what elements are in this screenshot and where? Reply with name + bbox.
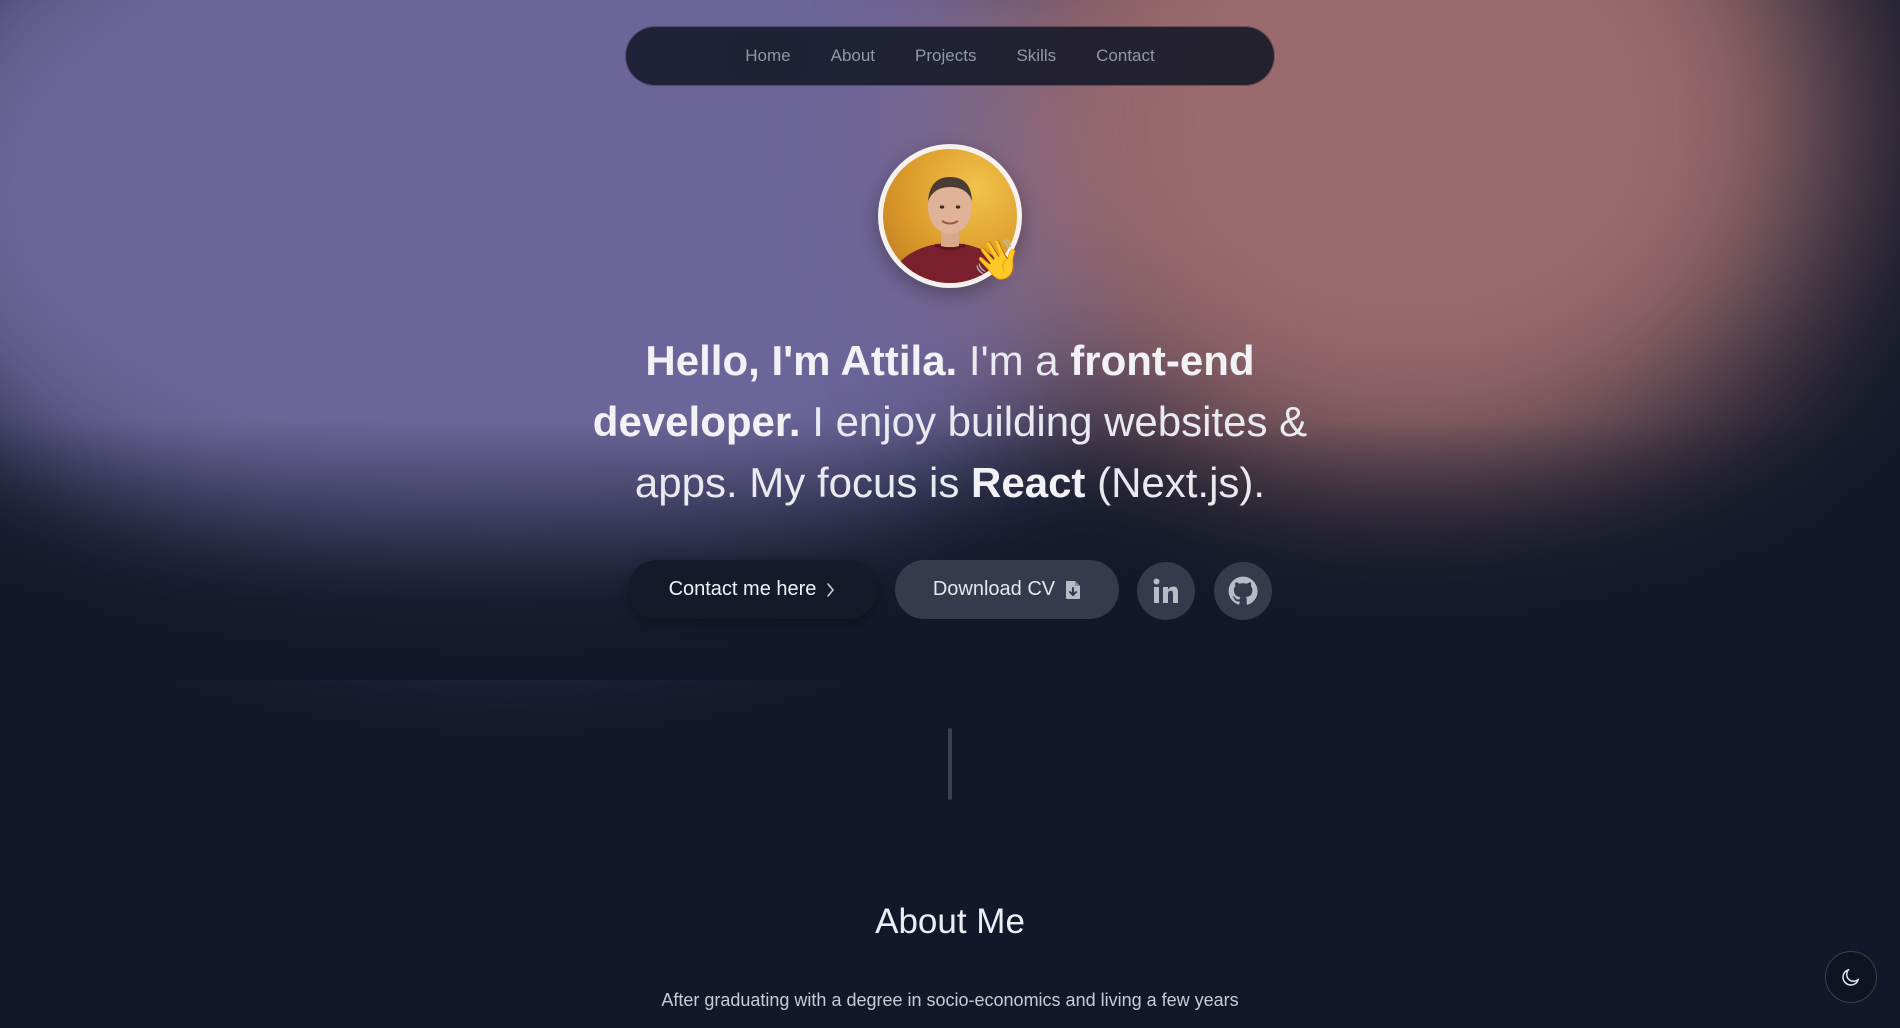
waving-hand-icon: 👋 bbox=[972, 238, 1022, 282]
headline-focus: React bbox=[971, 459, 1086, 506]
theme-toggle-button[interactable] bbox=[1825, 951, 1877, 1003]
about-section-title: About Me bbox=[875, 902, 1025, 941]
github-icon bbox=[1228, 576, 1258, 605]
linkedin-button[interactable] bbox=[1137, 562, 1195, 620]
headline-text-3: (Next.js). bbox=[1085, 459, 1266, 506]
headline-text-1: I'm a bbox=[957, 337, 1071, 384]
nav-item-home[interactable]: Home bbox=[731, 36, 805, 76]
top-navigation: Home About Projects Skills Contact bbox=[626, 27, 1274, 85]
scroll-divider bbox=[948, 728, 952, 800]
chevron-right-icon bbox=[827, 582, 835, 597]
page: Home About Projects Skills Contact 👋 Hel… bbox=[0, 0, 1900, 1028]
file-download-icon bbox=[1066, 580, 1081, 599]
about-section-text: After graduating with a degree in socio-… bbox=[661, 990, 1239, 1010]
moon-icon bbox=[1842, 968, 1860, 986]
hero-headline: Hello, I'm Attila. I'm a front-end devel… bbox=[560, 330, 1340, 513]
contact-button-label: Contact me here bbox=[668, 578, 817, 600]
github-button[interactable] bbox=[1214, 562, 1272, 620]
nav-item-about[interactable]: About bbox=[817, 36, 889, 76]
contact-me-button[interactable]: Contact me here bbox=[628, 560, 877, 619]
headline-greeting: Hello, I'm Attila. bbox=[645, 337, 958, 384]
linkedin-icon bbox=[1153, 578, 1178, 603]
nav-item-contact[interactable]: Contact bbox=[1082, 36, 1169, 76]
download-cv-button[interactable]: Download CV bbox=[895, 560, 1119, 619]
download-cv-label: Download CV bbox=[932, 578, 1056, 600]
nav-item-projects[interactable]: Projects bbox=[901, 36, 990, 76]
nav-item-skills[interactable]: Skills bbox=[1002, 36, 1070, 76]
